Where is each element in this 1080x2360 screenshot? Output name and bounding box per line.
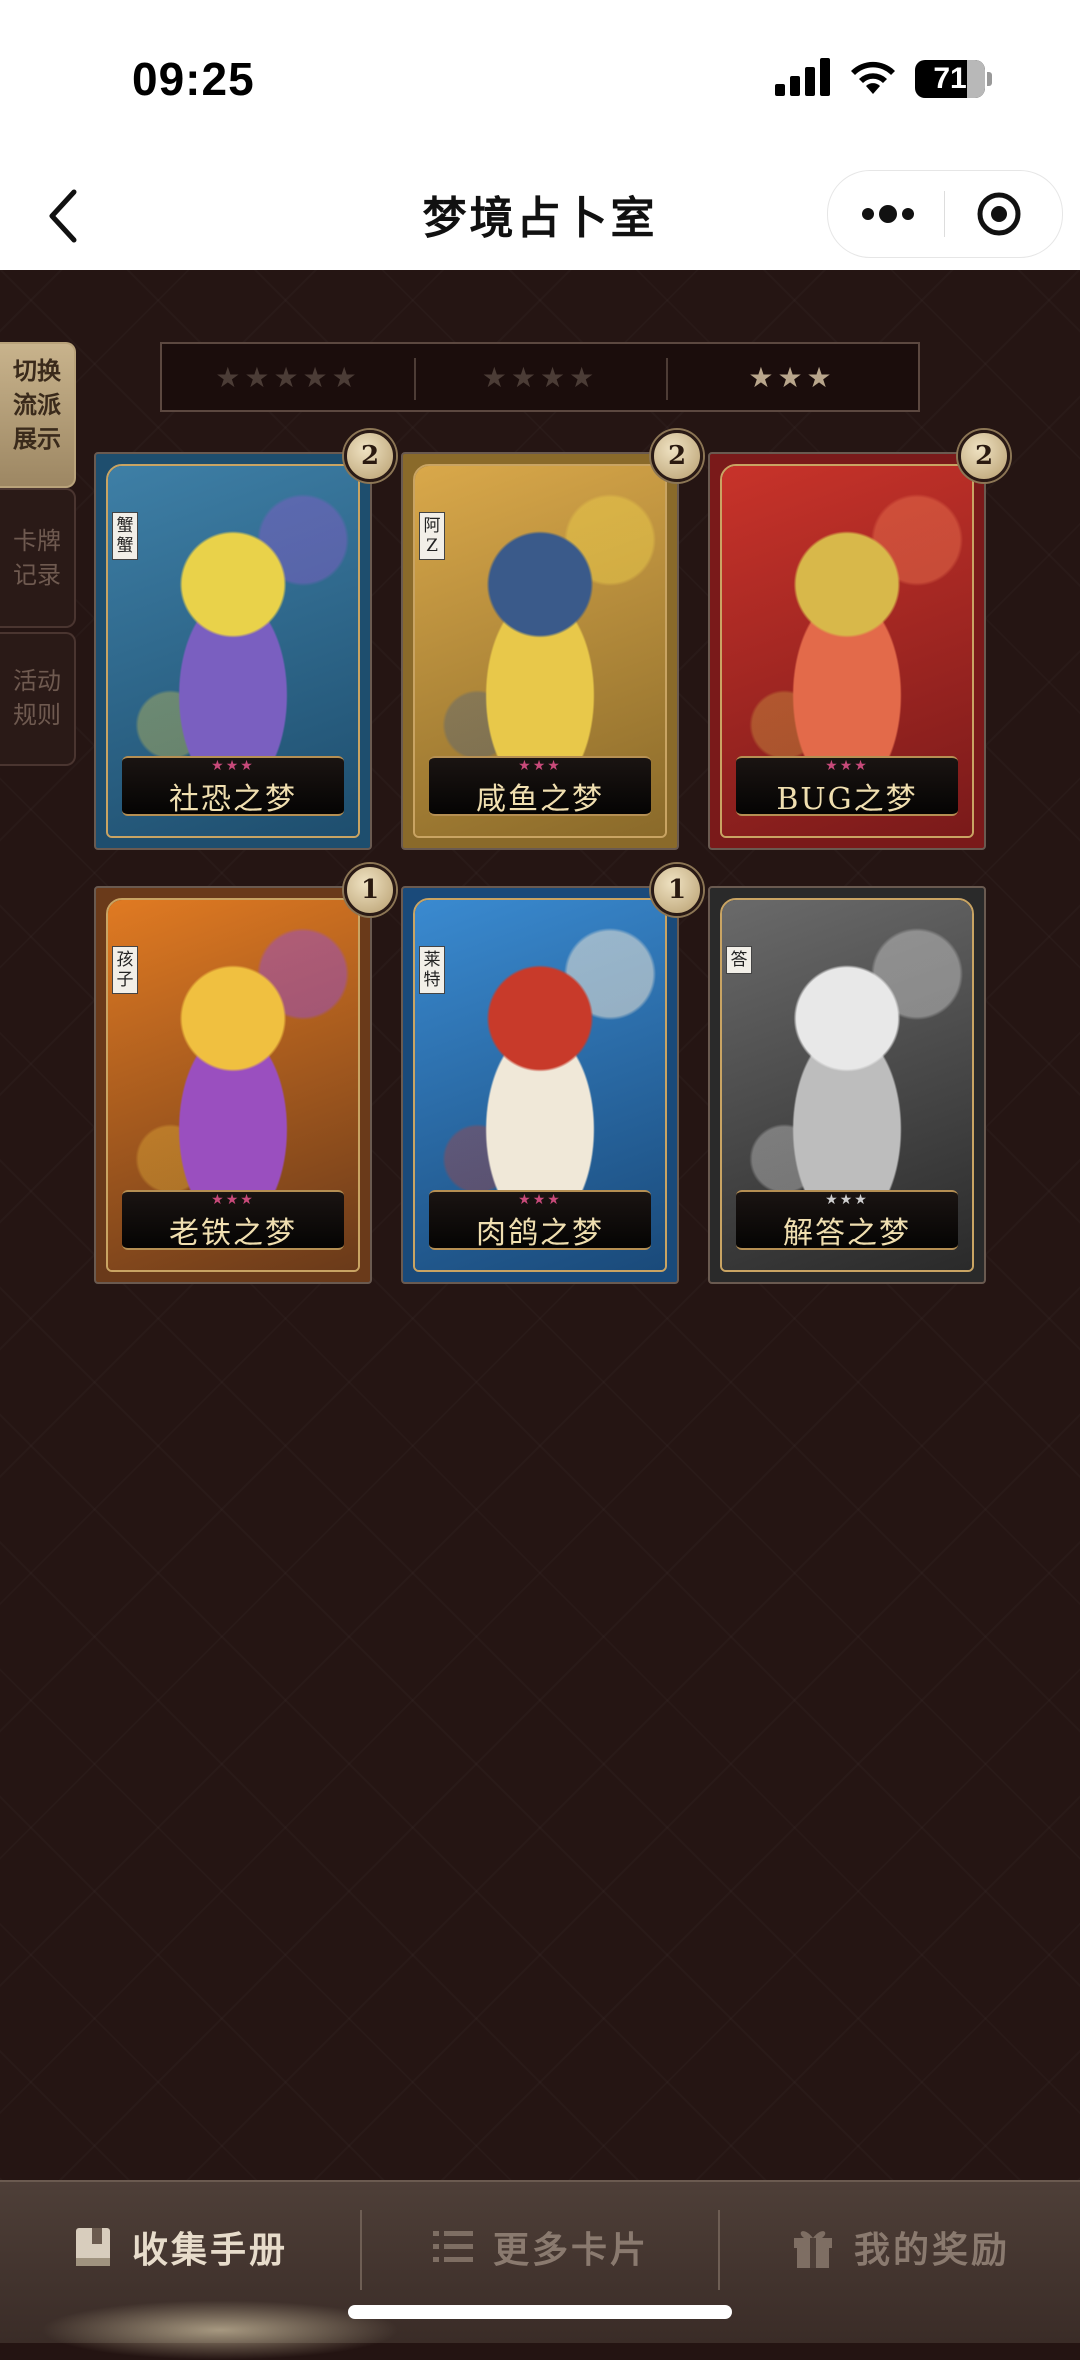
mini-program-capsule [827,170,1063,258]
dream-card[interactable]: ★★★ 咸鱼之梦 阿Z [401,452,679,850]
dream-card[interactable]: ★★★ 社恐之梦 蟹蟹 [94,452,372,850]
side-tab-line: 切换 [13,356,61,385]
home-indicator[interactable] [348,2305,732,2319]
side-tab-line: 活动 [13,667,61,695]
card-stars: ★★★ [211,1192,255,1208]
side-tab-line: 记录 [13,561,61,589]
battery-indicator: 71 [915,60,985,98]
card-count-badge: 2 [958,430,1010,482]
dream-card[interactable]: ★★★ BUG之梦 [708,452,986,850]
card-name: 咸鱼之梦 [476,782,604,817]
tab-label: 更多卡片 [492,2230,649,2271]
filter-five-star[interactable]: ★★★★★ [162,344,414,410]
card-name: 解答之梦 [783,1216,911,1251]
tab-my-rewards[interactable]: 我的奖励 [720,2182,1080,2312]
card-count-badge: 2 [344,430,396,482]
main-content: 切换 流派 展示 卡牌 记录 活动 规则 ★★★★★ ★★★★ ★★★ ★★★ 社… [0,270,1080,2180]
dream-card[interactable]: ★★★ 老铁之梦 孩子 [94,886,372,1284]
side-tab-card-record[interactable]: 卡牌 记录 [0,488,76,628]
battery-tip [987,72,992,86]
nav-bar: 梦境占卜室 [0,160,1080,270]
side-tab-line: 卡牌 [13,527,61,555]
filter-three-star[interactable]: ★★★ [666,344,918,410]
card-character-tag: 阿Z [419,512,445,560]
star-filter-bar: ★★★★★ ★★★★ ★★★ [160,342,920,412]
card-stars: ★★★ [518,1192,562,1208]
gift-icon [793,2231,832,2268]
card-name: 社恐之梦 [169,782,297,817]
filter-four-star[interactable]: ★★★★ [414,344,666,410]
card-character-tag: 蟹蟹 [112,512,138,560]
side-tab-activity-rules[interactable]: 活动 规则 [0,632,76,766]
more-dots-icon[interactable] [858,197,918,231]
list-icon [432,2231,473,2262]
card-count-badge: 1 [344,864,396,916]
battery-level: 71 [933,62,967,95]
side-tab-switch-style[interactable]: 切换 流派 展示 [0,342,76,488]
wifi-icon [851,61,895,94]
card-name: 肉鸽之梦 [476,1216,604,1251]
card-name: BUG之梦 [776,782,918,817]
cellular-signal-icon [775,58,830,96]
book-icon [75,2228,110,2266]
tab-more-cards[interactable]: 更多卡片 [362,2182,718,2312]
side-tab-line: 流派 [13,390,61,419]
card-count-badge: 2 [651,430,703,482]
tab-collection-book[interactable]: 收集手册 [0,2182,360,2312]
card-character-tag: 莱特 [419,946,445,994]
card-count-badge: 1 [651,864,703,916]
close-target-icon[interactable] [976,191,1022,237]
card-name: 老铁之梦 [169,1216,297,1251]
active-tab-glow [40,2300,400,2360]
card-character-tag: 孩子 [112,946,138,994]
tab-label: 我的奖励 [853,2230,1010,2271]
side-tab-line: 展示 [13,424,61,453]
card-stars: ★★★ [825,758,869,774]
side-tab-line: 规则 [13,701,61,729]
tab-label: 收集手册 [131,2230,288,2271]
status-time: 09:25 [132,53,255,105]
card-character-tag: 答 [726,946,752,974]
card-stars: ★★★ [825,1192,869,1208]
dream-card[interactable]: ★★★ 肉鸽之梦 莱特 [401,886,679,1284]
dream-card[interactable]: ★★★ 解答之梦 答 [708,886,986,1284]
card-stars: ★★★ [518,758,562,774]
status-bar: 09:25 71 [0,0,1080,160]
card-stars: ★★★ [211,758,255,774]
